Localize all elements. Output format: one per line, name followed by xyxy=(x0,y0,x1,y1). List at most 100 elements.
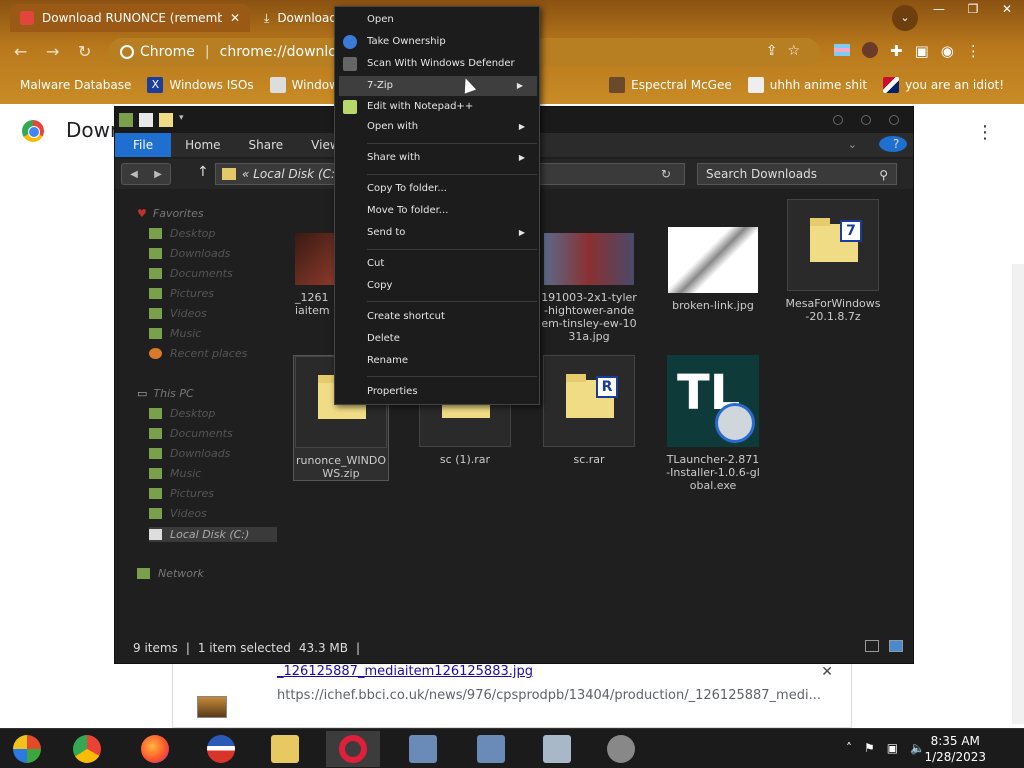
nav-fav-pictures[interactable]: Pictures xyxy=(149,287,214,300)
large-icons-view-icon[interactable] xyxy=(889,640,903,652)
ctx-send-to[interactable]: Send to ▶ xyxy=(335,223,539,243)
search-downloads-input[interactable]: Search Downloads ⚲ xyxy=(697,163,897,185)
ctx-scan-defender[interactable]: Scan With Windows Defender xyxy=(335,54,539,74)
download-filename-link[interactable]: _126125887_mediaitem126125883.jpg xyxy=(277,664,533,679)
ctx-take-ownership[interactable]: Take Ownership xyxy=(335,32,539,52)
tray-chevron-icon[interactable]: ˄ xyxy=(846,741,852,755)
search-icon[interactable]: ⚲ xyxy=(879,168,888,182)
nav-fav-desktop[interactable]: Desktop xyxy=(149,227,215,240)
taskbar-skull[interactable] xyxy=(594,731,648,767)
volume-icon[interactable]: 🔈 xyxy=(910,741,925,755)
nav-fav-downloads[interactable]: Downloads xyxy=(149,247,230,260)
new-folder-icon[interactable] xyxy=(159,113,173,127)
explorer-close-icon[interactable] xyxy=(889,115,899,125)
taskbar-monitor[interactable] xyxy=(530,731,584,767)
nav-pc-pictures[interactable]: Pictures xyxy=(149,487,214,500)
explorer-maximize-icon[interactable] xyxy=(861,115,871,125)
nav-pc-documents[interactable]: Documents xyxy=(149,427,233,440)
avatar-extension-icon[interactable] xyxy=(862,42,878,58)
close-icon[interactable]: ✕ xyxy=(230,11,240,25)
forward-arrow-icon[interactable]: ▶ xyxy=(154,169,162,180)
file-item-191003[interactable]: 191003-2x1-tyler-hightower-andeem-tinsle… xyxy=(541,233,637,343)
nav-favorites[interactable]: ♥ Favorites xyxy=(137,207,204,220)
ctx-rename[interactable]: Rename xyxy=(335,351,539,371)
ctx-move-to-folder[interactable]: Move To folder... xyxy=(335,201,539,221)
file-item-sc[interactable]: R sc.rar xyxy=(541,355,637,466)
bookmark-malware-database[interactable]: Malware Database xyxy=(20,78,131,92)
explorer-minimize-icon[interactable] xyxy=(833,115,843,125)
refresh-icon[interactable]: ↻ xyxy=(661,167,671,181)
nav-pc-local-disk[interactable]: Local Disk (C:) xyxy=(149,527,277,542)
clock[interactable]: 8:35 AM 1/28/2023 xyxy=(924,733,986,765)
ctx-copy-to-folder[interactable]: Copy To folder... xyxy=(335,179,539,199)
minimize-icon[interactable]: — xyxy=(922,0,956,18)
kebab-menu-icon[interactable]: ⋮ xyxy=(966,42,981,60)
file-item-tlauncher[interactable]: TL TLauncher-2.871-Installer-1.0.6-globa… xyxy=(665,355,761,492)
ctx-open[interactable]: Open xyxy=(335,10,539,30)
flag-icon[interactable]: ⚑ xyxy=(864,741,875,755)
back-arrow-icon[interactable]: ◀ xyxy=(130,169,138,180)
start-button[interactable] xyxy=(0,731,54,767)
bookmark-windows-isos[interactable]: X Windows ISOs xyxy=(147,77,254,93)
tab-runonce[interactable]: Download RUNONCE (remember_ ✕ xyxy=(10,4,250,32)
puzzle-icon[interactable]: ✚ xyxy=(890,42,903,60)
taskbar-installer-2[interactable] xyxy=(464,731,518,767)
ctx-7zip[interactable]: 7-Zip ▶ xyxy=(339,76,537,96)
help-icon[interactable]: ? xyxy=(879,136,907,152)
bookmark-espectral[interactable]: Espectral McGee xyxy=(609,77,732,93)
tab-downloads[interactable]: ⤓ Downloads xyxy=(254,4,344,32)
ctx-properties[interactable]: Properties xyxy=(335,382,539,402)
bookmark-idiot[interactable]: you are an idiot! xyxy=(883,77,1004,93)
tab-search-icon[interactable]: ⌄ xyxy=(892,5,918,31)
side-panel-icon[interactable]: ▣ xyxy=(915,42,929,60)
restore-icon[interactable]: ❐ xyxy=(956,0,990,18)
ctx-share-with[interactable]: Share with ▶ xyxy=(335,148,539,168)
ctx-cut[interactable]: Cut xyxy=(335,254,539,274)
bookmark-anime[interactable]: uhhh anime shit xyxy=(747,77,867,93)
ctx-copy[interactable]: Copy xyxy=(335,276,539,296)
nav-fav-videos[interactable]: Videos xyxy=(149,307,207,320)
taskbar-installer-1[interactable] xyxy=(396,731,450,767)
nav-pc-music[interactable]: Music xyxy=(149,467,201,480)
bookmark-label: Malware Database xyxy=(20,78,132,92)
ribbon-tab-file[interactable]: File xyxy=(115,133,172,157)
back-icon[interactable]: ← xyxy=(14,42,27,61)
nav-pc-downloads[interactable]: Downloads xyxy=(149,447,230,460)
nav-pc-videos[interactable]: Videos xyxy=(149,507,207,520)
page-scrollbar[interactable] xyxy=(1012,264,1024,724)
nav-fav-music[interactable]: Music xyxy=(149,327,201,340)
reload-icon[interactable]: ↻ xyxy=(78,42,91,61)
ctx-delete[interactable]: Delete xyxy=(335,329,539,349)
taskbar-explorer[interactable] xyxy=(258,731,312,767)
details-view-icon[interactable] xyxy=(865,640,879,652)
nav-this-pc[interactable]: ▭ This PC xyxy=(137,387,194,400)
ribbon-tab-home[interactable]: Home xyxy=(171,138,234,152)
nav-network[interactable]: Network xyxy=(137,567,204,580)
qa-dropdown-icon[interactable]: ▾ xyxy=(179,113,193,127)
taskbar-opera[interactable] xyxy=(326,731,380,767)
page-menu-icon[interactable]: ⋮ xyxy=(976,122,994,143)
back-forward-buttons[interactable]: ◀ ▶ xyxy=(121,163,171,185)
ctx-create-shortcut[interactable]: Create shortcut xyxy=(335,307,539,327)
network-tray-icon[interactable]: ▣ xyxy=(887,741,898,755)
share-star-icons[interactable]: ⇪☆ xyxy=(766,43,810,59)
nav-pc-desktop[interactable]: Desktop xyxy=(149,407,215,420)
properties-icon[interactable] xyxy=(139,113,153,127)
nav-fav-recent[interactable]: Recent places xyxy=(149,347,247,360)
nav-fav-documents[interactable]: Documents xyxy=(149,267,233,280)
flag-extension-icon[interactable] xyxy=(834,44,850,56)
ctx-open-with[interactable]: Open with ▶ xyxy=(335,117,539,137)
file-item-mesa[interactable]: 7 MesaForWindows-20.1.8.7z xyxy=(785,199,881,323)
ribbon-expand-icon[interactable]: ⌄ xyxy=(834,138,871,151)
taskbar-firefox[interactable] xyxy=(128,731,182,767)
close-window-icon[interactable]: ✕ xyxy=(990,0,1024,18)
taskbar-obama[interactable] xyxy=(194,731,248,767)
ctx-edit-notepadpp[interactable]: Edit with Notepad++ xyxy=(335,97,539,117)
remove-download-icon[interactable]: ✕ xyxy=(821,664,833,680)
taskbar-chrome[interactable] xyxy=(60,731,114,767)
up-icon[interactable]: ↑ xyxy=(197,164,209,180)
ribbon-tab-share[interactable]: Share xyxy=(235,138,298,152)
file-item-broken-link[interactable]: broken-link.jpg xyxy=(665,227,761,312)
profile-icon[interactable]: ◉ xyxy=(941,42,954,60)
forward-icon[interactable]: → xyxy=(46,42,59,61)
